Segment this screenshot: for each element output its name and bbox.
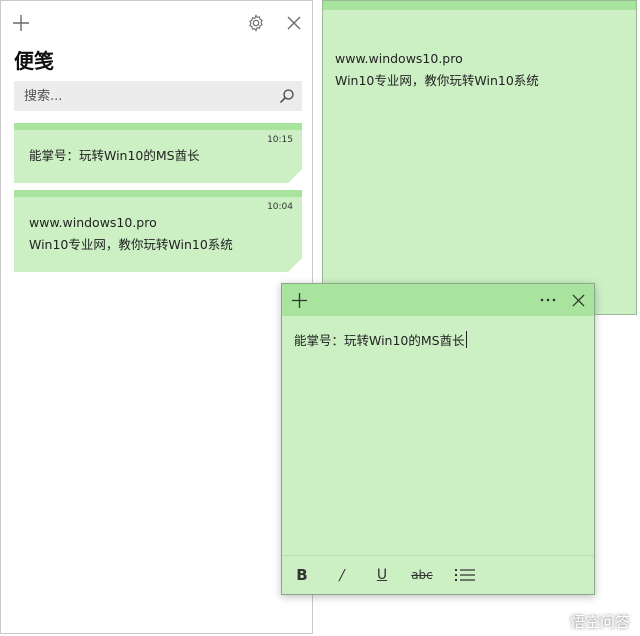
more-options-button[interactable] xyxy=(536,288,560,312)
text-caret xyxy=(465,331,467,348)
note-line: www.windows10.pro xyxy=(335,51,463,66)
note-card-time: 10:04 xyxy=(267,202,293,212)
sticky-note-window[interactable]: www.windows10.pro Win10专业网，教你玩转Win10系统 xyxy=(322,0,637,315)
active-sticky-note-window[interactable]: 能掌号：玩转Win10的MS酋长 B / U abc xyxy=(281,283,595,595)
plus-icon xyxy=(13,15,29,31)
note-titlebar[interactable] xyxy=(282,284,594,316)
ellipsis-icon xyxy=(540,298,556,302)
note-card[interactable]: 10:04 www.windows10.pro Win10专业网，教你玩转Win… xyxy=(14,190,302,272)
close-icon xyxy=(287,16,301,30)
note-text: 能掌号：玩转Win10的MS酋长 xyxy=(294,333,465,348)
bold-button[interactable]: B xyxy=(292,564,312,586)
close-button[interactable] xyxy=(282,11,306,35)
new-note-button[interactable] xyxy=(9,11,33,35)
notes-list-panel: 便笺 10:15 能掌号：玩转Win10的MS酋长 10:04 www.wind… xyxy=(0,0,313,634)
close-button[interactable] xyxy=(566,288,590,312)
new-note-button[interactable] xyxy=(287,288,311,312)
note-line: Win10专业网，教你玩转Win10系统 xyxy=(335,73,539,88)
bullet-list-icon xyxy=(455,569,475,581)
speech-bubble-icon xyxy=(545,610,565,631)
format-toolbar: B / U abc xyxy=(282,555,594,594)
search-box xyxy=(14,81,302,111)
gear-icon xyxy=(249,14,263,32)
note-editor[interactable]: 能掌号：玩转Win10的MS酋长 xyxy=(294,330,467,349)
settings-button[interactable] xyxy=(244,11,268,35)
watermark: 悟空问答 xyxy=(544,610,630,632)
note-card-time: 10:15 xyxy=(267,135,293,145)
note-card[interactable]: 10:15 能掌号：玩转Win10的MS酋长 xyxy=(14,123,302,183)
note-card-text: 能掌号：玩转Win10的MS酋长 xyxy=(29,145,200,167)
close-icon xyxy=(571,293,585,307)
page-fold-corner xyxy=(288,169,302,183)
italic-button[interactable]: / xyxy=(332,564,352,586)
plus-icon xyxy=(291,292,307,308)
bullet-list-button[interactable] xyxy=(454,564,476,586)
note-card-line: www.windows10.pro xyxy=(29,215,157,230)
note-card-line: Win10专业网，教你玩转Win10系统 xyxy=(29,237,233,252)
note-card-text: www.windows10.pro Win10专业网，教你玩转Win10系统 xyxy=(29,212,233,256)
strikethrough-button[interactable]: abc xyxy=(407,564,437,586)
watermark-text: 悟空问答 xyxy=(569,612,630,631)
page-fold-corner xyxy=(288,258,302,272)
underline-button[interactable]: U xyxy=(372,564,392,586)
search-icon[interactable] xyxy=(272,81,302,111)
panel-title: 便笺 xyxy=(14,49,54,73)
panel-header xyxy=(1,1,312,45)
search-input[interactable] xyxy=(14,81,272,111)
note-card-line: 能掌号：玩转Win10的MS酋长 xyxy=(29,148,200,163)
note-content[interactable]: www.windows10.pro Win10专业网，教你玩转Win10系统 xyxy=(335,48,539,92)
